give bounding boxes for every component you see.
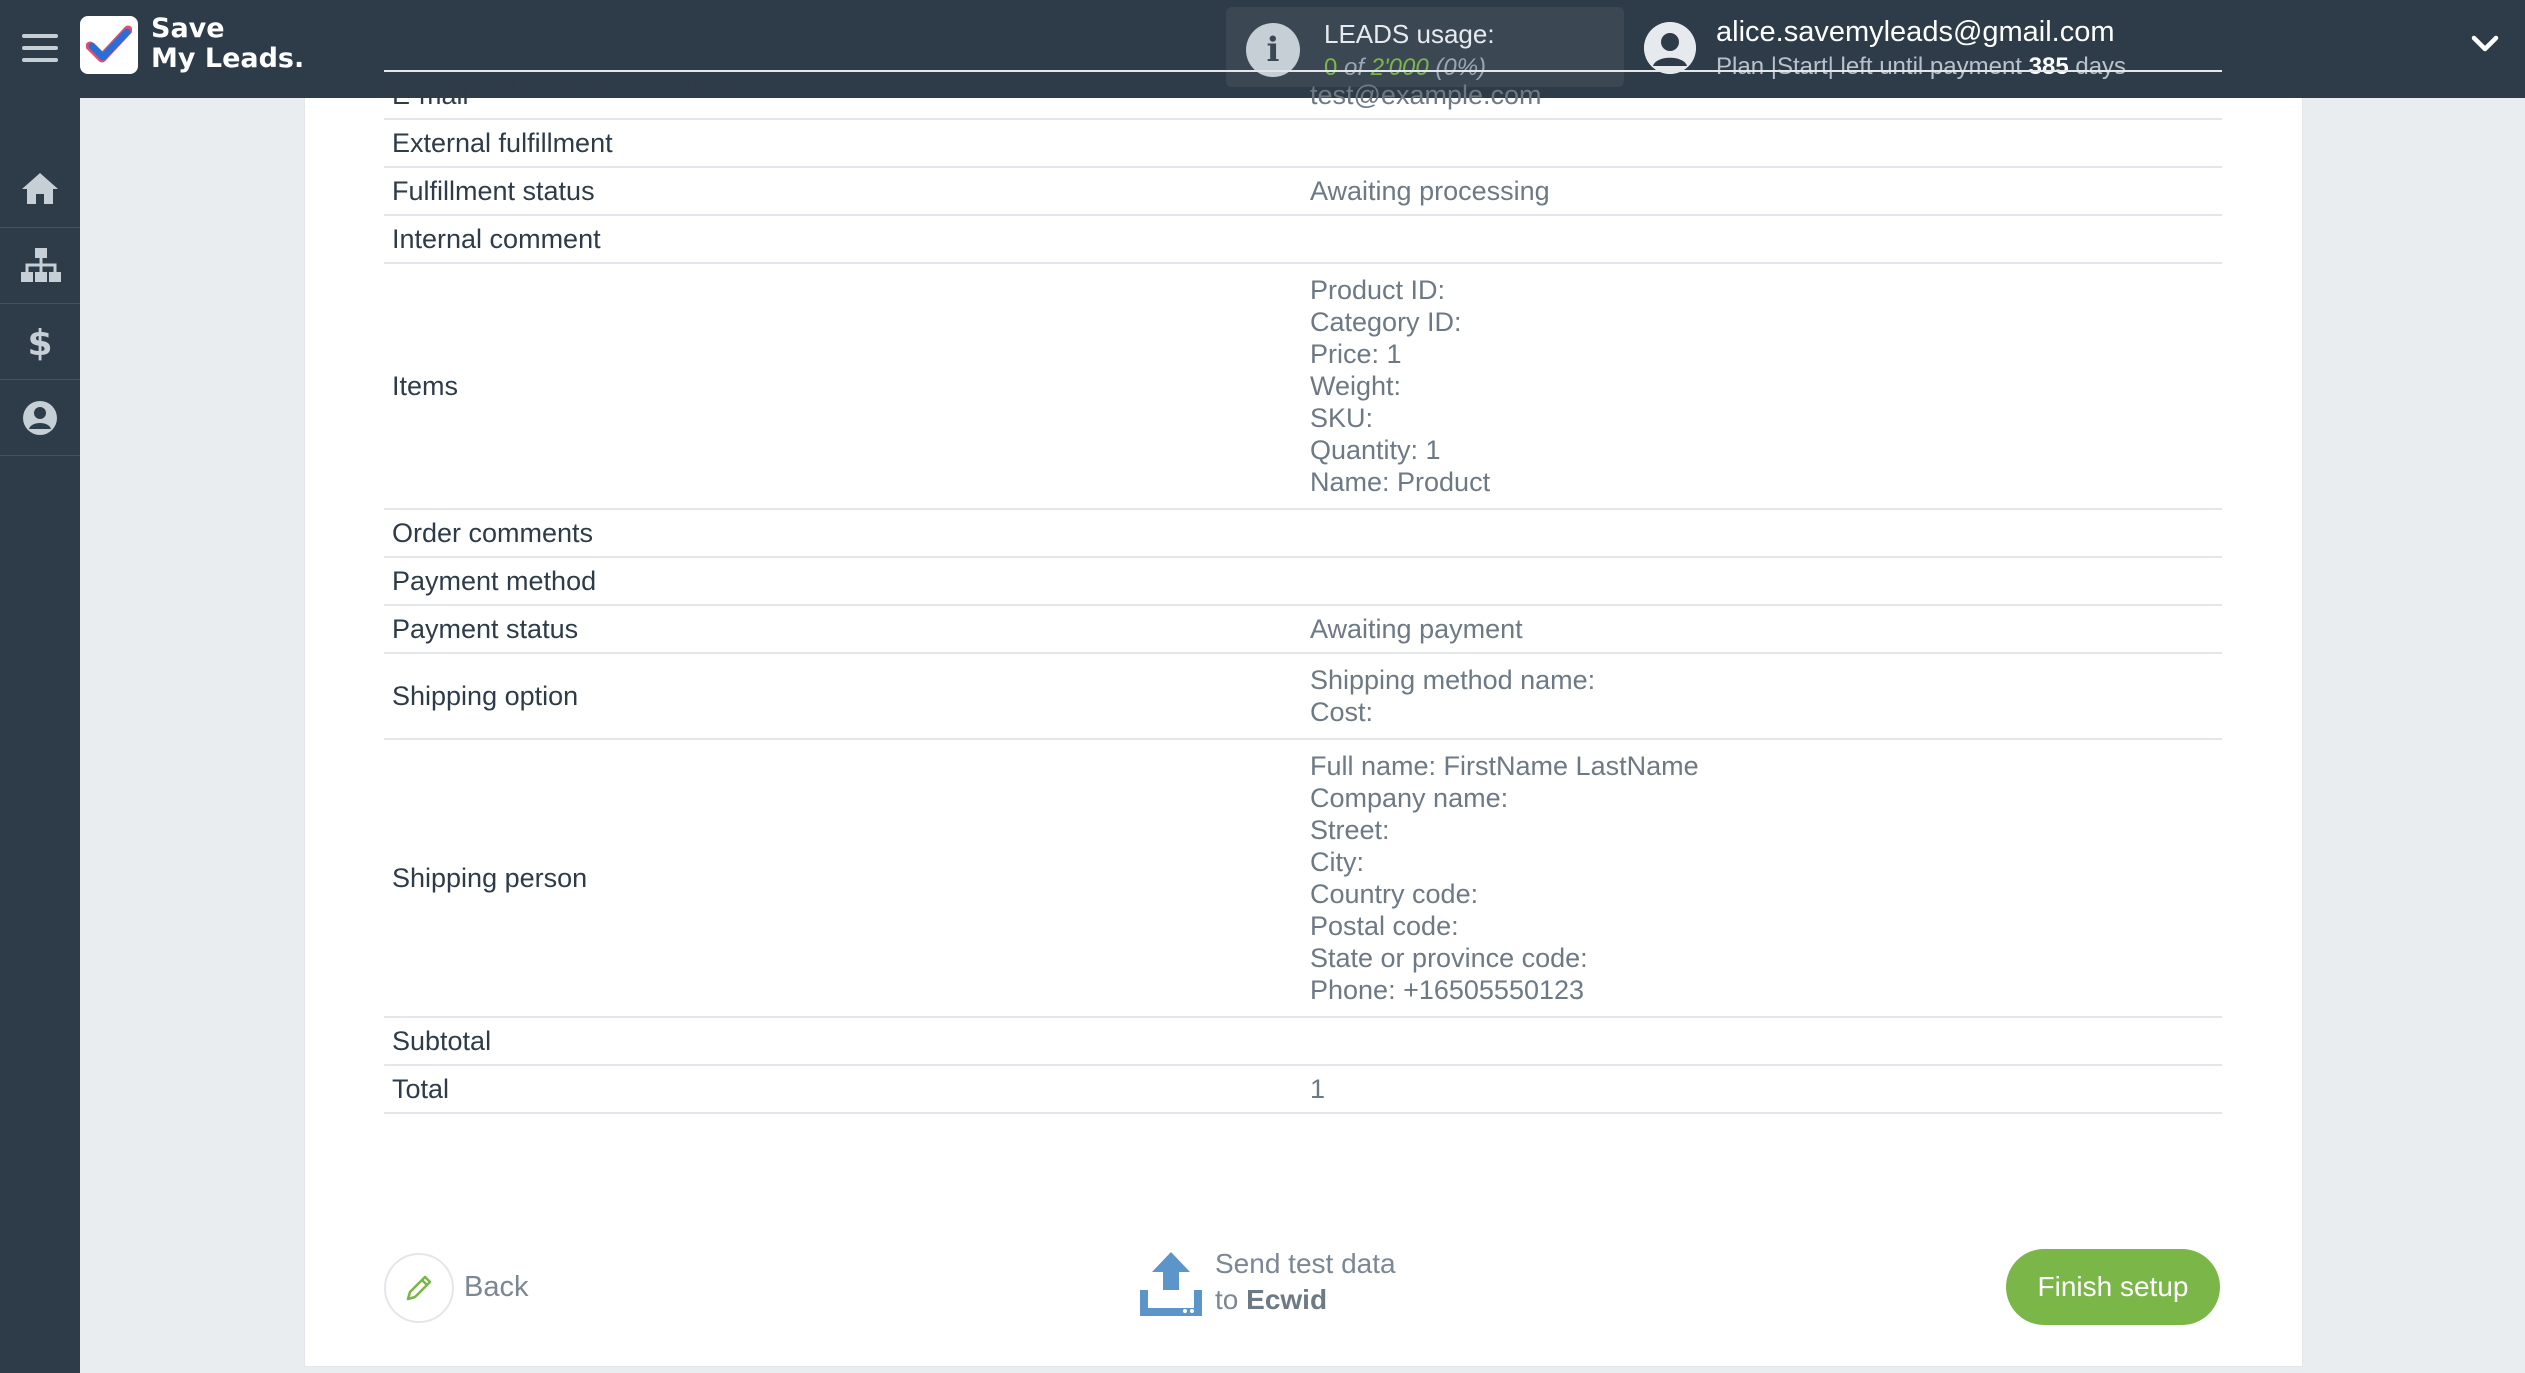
- field-name: Fulfillment status: [384, 167, 1302, 216]
- field-value-line: SKU:: [1310, 403, 1374, 433]
- field-value: Shipping method name: Cost:: [1302, 653, 2222, 740]
- field-value: [1302, 557, 2222, 606]
- usage-title: LEADS usage:: [1324, 19, 1495, 49]
- logo-icon[interactable]: [80, 16, 138, 74]
- field-name: Items: [384, 263, 1302, 510]
- field-value-line: Product ID:: [1310, 275, 1446, 305]
- field-value-line: Street:: [1310, 815, 1390, 845]
- field-name: Payment status: [384, 605, 1302, 654]
- field-value-line: Cost:: [1310, 697, 1374, 727]
- field-name: Total: [384, 1065, 1302, 1114]
- table-row: Internal comment: [384, 215, 2222, 264]
- field-value-line: Full name: FirstName LastName: [1310, 751, 1699, 781]
- field-value: Awaiting payment: [1302, 605, 2222, 654]
- field-value-line: Country code:: [1310, 879, 1479, 909]
- sidebar: $: [0, 98, 80, 1373]
- field-value: Full name: FirstName LastName Company nam…: [1302, 739, 2222, 1018]
- home-icon: [22, 173, 58, 204]
- fields-table: E-mail test@example.com External fulfillme…: [384, 70, 2222, 1114]
- logo-text[interactable]: Save My Leads.: [151, 14, 304, 74]
- send-target: Ecwid: [1246, 1284, 1328, 1315]
- field-name: Payment method: [384, 557, 1302, 606]
- field-value-line: City:: [1310, 847, 1364, 877]
- back-label: Back: [464, 1271, 529, 1303]
- field-value: Awaiting processing: [1302, 167, 2222, 216]
- table-row: Payment method: [384, 557, 2222, 606]
- field-value-line: 1: [1310, 1074, 1326, 1104]
- field-value: [1302, 509, 2222, 558]
- field-value: [1302, 119, 2222, 168]
- table-row: Order comments: [384, 509, 2222, 558]
- field-value-line: Awaiting payment: [1310, 614, 1523, 644]
- table-row: External fulfillment: [384, 119, 2222, 168]
- sitemap-icon: [21, 248, 61, 282]
- sidebar-item-billing[interactable]: $: [0, 303, 80, 380]
- user-icon: [23, 401, 57, 435]
- table-row: E-mail test@example.com: [384, 70, 2222, 120]
- user-email[interactable]: alice.savemyleads@gmail.com: [1716, 16, 2115, 49]
- sidebar-item-connections[interactable]: [0, 227, 80, 304]
- sidebar-item-account[interactable]: [0, 379, 80, 456]
- send-label: Send test data: [1215, 1248, 1396, 1279]
- field-value-line: Name: Product: [1310, 467, 1491, 497]
- send-target-line: to Ecwid: [1215, 1284, 1327, 1316]
- field-value-line: Shipping method name:: [1310, 665, 1596, 695]
- field-value: 1: [1302, 1065, 2222, 1114]
- dollar-icon: $: [27, 323, 52, 362]
- field-value-line: test@example.com: [1310, 80, 1542, 110]
- field-value: [1302, 1017, 2222, 1066]
- table-row: Shipping option Shipping method name: Cost…: [384, 653, 2222, 740]
- field-name: Internal comment: [384, 215, 1302, 264]
- field-name: Shipping person: [384, 739, 1302, 1018]
- field-name: Subtotal: [384, 1017, 1302, 1066]
- table-row: Shipping person Full name: FirstName Last…: [384, 739, 2222, 1018]
- field-value: test@example.com: [1302, 70, 2222, 120]
- field-name: Shipping option: [384, 653, 1302, 740]
- finish-setup-button[interactable]: Finish setup: [2006, 1249, 2220, 1325]
- field-value-line: Category ID:: [1310, 307, 1462, 337]
- table-row: Total 1: [384, 1065, 2222, 1114]
- field-value-line: Quantity: 1: [1310, 435, 1441, 465]
- send-test-data-button[interactable]: Send test data to Ecwid: [1138, 1248, 1438, 1322]
- field-value-line: Weight:: [1310, 371, 1402, 401]
- logo-line2: My Leads.: [151, 43, 305, 74]
- send-to: to: [1215, 1284, 1239, 1315]
- field-name: E-mail: [384, 70, 1302, 120]
- field-value-line: Price: 1: [1310, 339, 1402, 369]
- field-value-line: Phone: +16505550123: [1310, 975, 1585, 1005]
- table-row: Items Product ID: Category ID: Price: 1 Weig…: [384, 263, 2222, 510]
- field-name: External fulfillment: [384, 119, 1302, 168]
- menu-icon[interactable]: [22, 34, 58, 64]
- svg-text:$: $: [27, 323, 52, 362]
- back-circle: [384, 1253, 454, 1323]
- sidebar-item-home[interactable]: [0, 151, 80, 228]
- field-value-line: Company name:: [1310, 783, 1509, 813]
- logo-line1: Save: [151, 13, 225, 44]
- field-value: Product ID: Category ID: Price: 1 Weight: SK…: [1302, 263, 2222, 510]
- field-value: [1302, 215, 2222, 264]
- field-name: Order comments: [384, 509, 1302, 558]
- table-row: Payment status Awaiting payment: [384, 605, 2222, 654]
- table-row: Fulfillment status Awaiting processing: [384, 167, 2222, 216]
- field-value-line: Awaiting processing: [1310, 176, 1550, 206]
- field-value-line: State or province code:: [1310, 943, 1588, 973]
- info-icon: i: [1246, 23, 1300, 77]
- upload-icon: [1140, 1252, 1202, 1316]
- avatar[interactable]: [1644, 22, 1696, 74]
- chevron-down-icon[interactable]: [2470, 34, 2500, 54]
- pencil-icon: [406, 1275, 432, 1301]
- field-value-line: Postal code:: [1310, 911, 1459, 941]
- table-row: Subtotal: [384, 1017, 2222, 1066]
